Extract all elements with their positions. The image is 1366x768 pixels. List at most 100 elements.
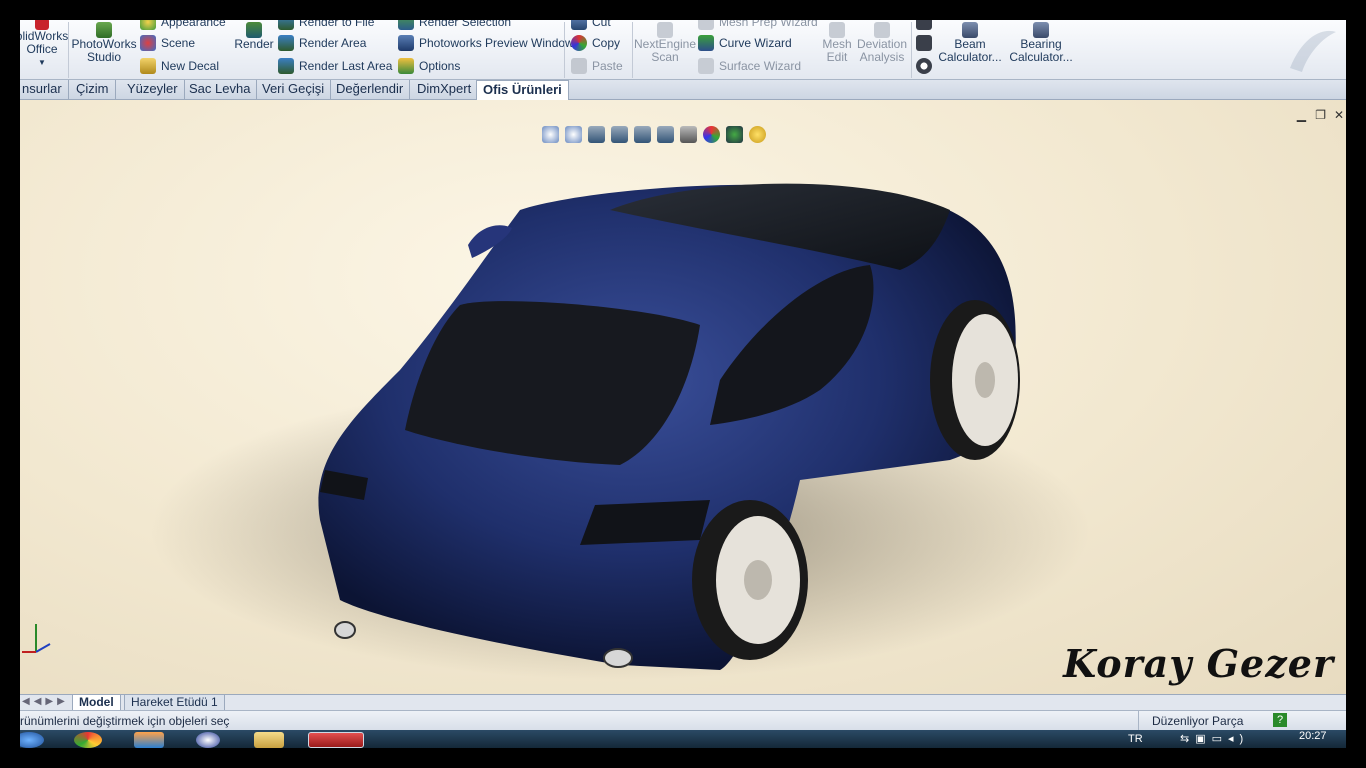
author-signature: Koray Gezer	[1063, 641, 1334, 686]
tab-model[interactable]: Model	[72, 695, 121, 711]
command-manager-ribbon: olidWorks Office ▼ PhotoWorks Studio App…	[20, 20, 1346, 80]
new-decal-label: New Decal	[161, 59, 220, 73]
status-bar: rünümlerini değiştirmek için objeleri se…	[20, 710, 1346, 730]
preview-window-icon	[398, 35, 414, 51]
options-label: Options	[419, 59, 461, 73]
curve-wizard-label: Curve Wizard	[719, 36, 792, 50]
render-last-area-label: Render Last Area	[299, 59, 393, 73]
mesh-prep-wizard-button[interactable]: Mesh Prep Wizard	[698, 20, 818, 30]
decal-icon	[140, 58, 156, 74]
windows-taskbar: TR ⇆▣▭◂) 20:27	[20, 730, 1346, 748]
start-button-icon[interactable]	[20, 732, 44, 748]
render-selection-button[interactable]: Render Selection	[398, 20, 511, 30]
view-orientation-icon[interactable]	[634, 126, 651, 143]
tab-motion-study[interactable]: Hareket Etüdü 1	[124, 695, 225, 711]
surface-wizard-icon	[698, 58, 714, 74]
tab-office-products[interactable]: Ofis Ürünleri	[476, 80, 569, 101]
options-icon	[398, 58, 414, 74]
beam-calculator-button[interactable]: Beam Calculator...	[938, 22, 1002, 64]
front-right-wheel	[930, 300, 1020, 460]
render-area-label: Render Area	[299, 36, 367, 50]
edit-appearance-icon[interactable]	[703, 126, 720, 143]
render-last-area-icon	[278, 58, 294, 74]
app-icon[interactable]	[196, 732, 220, 748]
new-decal-button[interactable]: New Decal	[140, 58, 219, 74]
minimize-icon[interactable]: ▁	[1297, 108, 1306, 122]
photoworks-studio-button[interactable]: PhotoWorks Studio	[71, 22, 137, 64]
copy-button[interactable]: Copy	[571, 35, 620, 51]
ribbon-separator	[564, 22, 565, 78]
rear-right-wheel	[692, 500, 808, 660]
solidworks-office-button[interactable]: olidWorks Office ▼	[20, 20, 68, 69]
ribbon-separator	[911, 22, 912, 78]
deviation-analysis-button[interactable]: Deviation Analysis	[856, 22, 908, 64]
render-area-button[interactable]: Render Area	[278, 35, 366, 51]
bearing-calculator-label: Bearing Calculator...	[1009, 37, 1073, 64]
tool-button-1[interactable]	[916, 20, 932, 30]
tab-data-migration[interactable]: Veri Geçişi	[256, 80, 332, 100]
copy-label: Copy	[592, 36, 621, 50]
beam-calculator-label: Beam Calculator...	[938, 37, 1002, 64]
render-area-icon	[278, 35, 294, 51]
bearing-icon	[916, 58, 932, 74]
chrome-icon[interactable]	[74, 732, 102, 748]
tab-dimxpert[interactable]: DimXpert	[411, 80, 479, 100]
bearing-calculator-button[interactable]: Bearing Calculator...	[1006, 22, 1076, 64]
ribbon-separator	[68, 22, 69, 78]
tool-button-3[interactable]	[916, 58, 932, 74]
appearance-button[interactable]: Appearance	[140, 20, 226, 30]
cut-button[interactable]: Cut	[571, 20, 611, 30]
zoom-to-area-icon[interactable]	[565, 126, 582, 143]
mesh-edit-icon	[829, 22, 845, 38]
media-player-icon[interactable]	[134, 732, 164, 748]
tab-scroll-arrows[interactable]: ◀◀▶▶	[22, 696, 69, 707]
language-indicator[interactable]: TR	[1128, 733, 1143, 745]
render-to-file-button[interactable]: Render to File	[278, 20, 374, 30]
tool-button-2[interactable]	[916, 35, 932, 51]
close-icon[interactable]: ✕	[1334, 108, 1344, 122]
zoom-to-fit-icon[interactable]	[542, 126, 559, 143]
deviation-analysis-label: Deviation Analysis	[856, 37, 908, 64]
scene-label: Scene	[161, 36, 196, 50]
solidworks-taskbar-icon[interactable]	[308, 732, 364, 748]
scene-button[interactable]: Scene	[140, 35, 195, 51]
tab-evaluate[interactable]: Değerlendir	[330, 80, 411, 100]
file-explorer-icon[interactable]	[254, 732, 284, 748]
exhaust-right	[603, 648, 633, 668]
clock[interactable]: 20:27	[1299, 730, 1327, 742]
restore-icon[interactable]: ❐	[1315, 108, 1326, 122]
photoworks-preview-window-button[interactable]: Photoworks Preview Window	[398, 35, 574, 51]
tail-light-right	[580, 500, 710, 545]
triad-icon	[22, 624, 51, 653]
solidworks-window: olidWorks Office ▼ PhotoWorks Studio App…	[20, 20, 1346, 748]
graphics-area[interactable]: ▁ ❐ ✕ Koray Gezer	[20, 100, 1346, 694]
render-selection-icon	[398, 20, 414, 30]
system-tray-icons[interactable]: ⇆▣▭◂)	[1180, 732, 1249, 745]
mesh-prep-wizard-label: Mesh Prep Wizard	[719, 20, 818, 29]
render-button[interactable]: Render	[234, 22, 274, 51]
mesh-edit-label: Mesh Edit	[822, 37, 852, 64]
display-style-icon[interactable]	[657, 126, 674, 143]
mesh-edit-button[interactable]: Mesh Edit	[820, 22, 854, 64]
nextengine-scan-button[interactable]: NextEngine Scan	[634, 22, 696, 64]
calculator-icon	[962, 22, 978, 38]
section-view-icon[interactable]	[611, 126, 628, 143]
hide-show-items-icon[interactable]	[680, 126, 697, 143]
curve-wizard-button[interactable]: Curve Wizard	[698, 35, 792, 51]
tab-surfaces[interactable]: Yüzeyler	[121, 80, 185, 100]
tab-sheet-metal[interactable]: Sac Levha	[183, 80, 258, 100]
scene-icon	[140, 35, 156, 51]
options-button[interactable]: Options	[398, 58, 460, 74]
previous-view-icon[interactable]	[588, 126, 605, 143]
fastener-icon	[916, 35, 932, 51]
tab-sketch[interactable]: Çizim	[70, 80, 116, 100]
render-label: Render	[234, 37, 274, 51]
surface-wizard-button[interactable]: Surface Wizard	[698, 58, 801, 74]
view-settings-icon[interactable]	[749, 126, 766, 143]
apply-scene-icon[interactable]	[726, 126, 743, 143]
cut-icon	[571, 20, 587, 30]
paste-button[interactable]: Paste	[571, 58, 623, 74]
help-icon[interactable]: ?	[1273, 713, 1287, 727]
tab-features[interactable]: nsurlar	[20, 80, 69, 100]
render-last-area-button[interactable]: Render Last Area	[278, 58, 392, 74]
